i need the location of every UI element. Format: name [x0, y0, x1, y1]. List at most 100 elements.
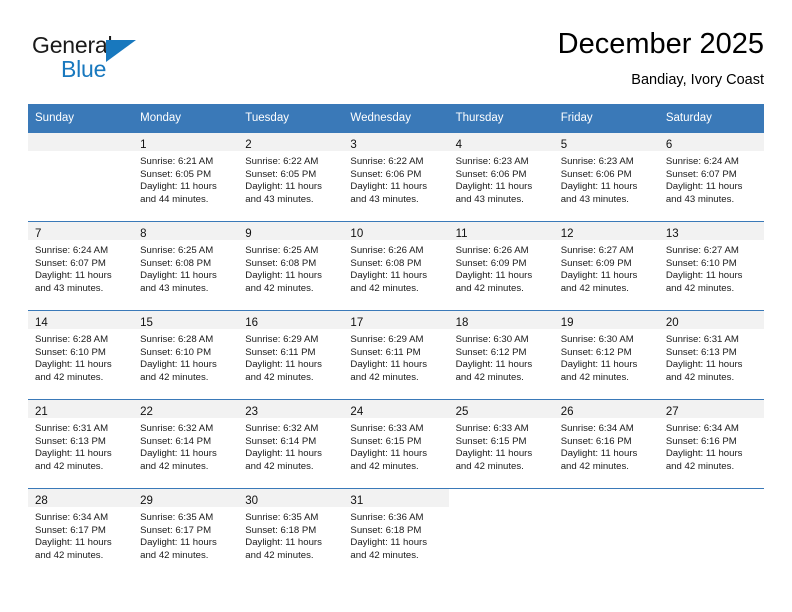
- calendar-day-cell[interactable]: 5 Sunrise: 6:23 AM Sunset: 6:06 PM Daylight…: [553, 132, 659, 222]
- calendar-day-cell[interactable]: 3 Sunrise: 6:22 AM Sunset: 6:06 PM Daylight…: [343, 132, 449, 222]
- calendar-day-cell[interactable]: 18 Sunrise: 6:30 AM Sunset: 6:12 PM Dayligh…: [448, 310, 554, 400]
- day-cell[interactable]: 11 Sunrise: 6:26 AM Sunset: 6:09 PM Dayligh…: [448, 222, 554, 310]
- day-info: Sunrise: 6:21 AM Sunset: 6:05 PM Daylight:…: [133, 151, 238, 206]
- day-cell[interactable]: 15 Sunrise: 6:28 AM Sunset: 6:10 PM Dayligh…: [133, 311, 239, 399]
- day-cell[interactable]: 12 Sunrise: 6:27 AM Sunset: 6:09 PM Dayligh…: [553, 222, 659, 310]
- day-info: Sunrise: 6:26 AM Sunset: 6:09 PM Daylight:…: [449, 240, 554, 295]
- calendar-day-cell[interactable]: 28 Sunrise: 6:34 AM Sunset: 6:17 PM Dayligh…: [28, 488, 134, 577]
- day-cell[interactable]: 4 Sunrise: 6:23 AM Sunset: 6:06 PM Daylight…: [448, 133, 554, 221]
- general-blue-logo[interactable]: General Blue: [32, 32, 182, 88]
- day-cell[interactable]: 7 Sunrise: 6:24 AM Sunset: 6:07 PM Daylight…: [28, 222, 134, 310]
- sunset-text: Sunset: 6:16 PM: [665, 435, 737, 447]
- calendar-day-cell[interactable]: [448, 488, 554, 577]
- calendar-day-cell[interactable]: 27 Sunrise: 6:34 AM Sunset: 6:16 PM Dayligh…: [658, 399, 764, 489]
- day-cell[interactable]: 31 Sunrise: 6:36 AM Sunset: 6:18 PM Dayligh…: [343, 489, 449, 577]
- calendar-day-cell[interactable]: 17 Sunrise: 6:29 AM Sunset: 6:11 PM Dayligh…: [343, 310, 449, 400]
- calendar-day-cell[interactable]: 11 Sunrise: 6:26 AM Sunset: 6:09 PM Dayligh…: [448, 221, 554, 311]
- day-cell[interactable]: 2 Sunrise: 6:22 AM Sunset: 6:05 PM Daylight…: [238, 133, 344, 221]
- calendar-day-cell[interactable]: 12 Sunrise: 6:27 AM Sunset: 6:09 PM Dayligh…: [553, 221, 659, 311]
- day-cell[interactable]: 6 Sunrise: 6:24 AM Sunset: 6:07 PM Daylight…: [658, 133, 764, 221]
- day-cell[interactable]: 8 Sunrise: 6:25 AM Sunset: 6:08 PM Daylight…: [133, 222, 239, 310]
- empty-day-cell: [28, 133, 134, 221]
- calendar-day-cell[interactable]: 2 Sunrise: 6:22 AM Sunset: 6:05 PM Daylight…: [238, 132, 344, 222]
- day-info: Sunrise: 6:22 AM Sunset: 6:05 PM Daylight:…: [238, 151, 343, 206]
- calendar-day-cell[interactable]: 29 Sunrise: 6:35 AM Sunset: 6:17 PM Dayligh…: [133, 488, 239, 577]
- calendar-day-cell[interactable]: 24 Sunrise: 6:33 AM Sunset: 6:15 PM Dayligh…: [343, 399, 449, 489]
- day-number-band: 3: [343, 133, 449, 151]
- daylight-text-line2: and 42 minutes.: [665, 460, 735, 472]
- day-cell[interactable]: 20 Sunrise: 6:31 AM Sunset: 6:13 PM Dayligh…: [658, 311, 764, 399]
- day-cell[interactable]: 24 Sunrise: 6:33 AM Sunset: 6:15 PM Dayligh…: [343, 400, 449, 488]
- day-number-band: 22: [133, 400, 239, 418]
- daylight-text-line2: and 42 minutes.: [350, 549, 419, 561]
- day-cell[interactable]: 5 Sunrise: 6:23 AM Sunset: 6:06 PM Daylight…: [553, 133, 659, 221]
- day-number-band: [28, 133, 134, 151]
- daylight-text-line1: Daylight: 11 hours: [35, 359, 112, 371]
- calendar-day-cell[interactable]: 21 Sunrise: 6:31 AM Sunset: 6:13 PM Dayligh…: [28, 399, 134, 489]
- calendar-day-cell[interactable]: 4 Sunrise: 6:23 AM Sunset: 6:06 PM Daylight…: [448, 132, 554, 222]
- day-cell[interactable]: 27 Sunrise: 6:34 AM Sunset: 6:16 PM Dayligh…: [658, 400, 764, 488]
- daylight-text-line2: and 42 minutes.: [350, 460, 419, 472]
- calendar-day-cell[interactable]: 25 Sunrise: 6:33 AM Sunset: 6:15 PM Dayligh…: [448, 399, 554, 489]
- calendar-day-cell[interactable]: 31 Sunrise: 6:36 AM Sunset: 6:18 PM Dayligh…: [343, 488, 449, 577]
- sunset-text: Sunset: 6:15 PM: [455, 435, 527, 447]
- day-cell[interactable]: 14 Sunrise: 6:28 AM Sunset: 6:10 PM Dayligh…: [28, 311, 134, 399]
- day-cell[interactable]: 9 Sunrise: 6:25 AM Sunset: 6:08 PM Daylight…: [238, 222, 344, 310]
- sunrise-text: Sunrise: 6:33 AM: [350, 423, 424, 434]
- day-number-band: 15: [133, 311, 239, 329]
- day-info: Sunrise: 6:31 AM Sunset: 6:13 PM Daylight:…: [28, 418, 133, 473]
- day-cell[interactable]: 1 Sunrise: 6:21 AM Sunset: 6:05 PM Daylight…: [133, 133, 239, 221]
- calendar-day-cell[interactable]: 14 Sunrise: 6:28 AM Sunset: 6:10 PM Dayligh…: [28, 310, 134, 400]
- day-cell[interactable]: 30 Sunrise: 6:35 AM Sunset: 6:18 PM Dayligh…: [238, 489, 344, 577]
- day-cell[interactable]: 23 Sunrise: 6:32 AM Sunset: 6:14 PM Dayligh…: [238, 400, 344, 488]
- day-cell[interactable]: 28 Sunrise: 6:34 AM Sunset: 6:17 PM Dayligh…: [28, 489, 134, 577]
- day-info: Sunrise: 6:36 AM Sunset: 6:18 PM Daylight:…: [343, 507, 448, 562]
- calendar-day-cell[interactable]: 26 Sunrise: 6:34 AM Sunset: 6:16 PM Dayligh…: [553, 399, 659, 489]
- sunset-text: Sunset: 6:05 PM: [140, 168, 212, 180]
- day-cell[interactable]: 3 Sunrise: 6:22 AM Sunset: 6:06 PM Daylight…: [343, 133, 449, 221]
- daylight-text-line2: and 44 minutes.: [140, 193, 209, 205]
- calendar-day-cell[interactable]: [553, 488, 659, 577]
- day-info: Sunrise: 6:34 AM Sunset: 6:17 PM Daylight:…: [28, 507, 133, 562]
- day-cell[interactable]: 21 Sunrise: 6:31 AM Sunset: 6:13 PM Dayligh…: [28, 400, 134, 488]
- calendar-day-cell[interactable]: 8 Sunrise: 6:25 AM Sunset: 6:08 PM Daylight…: [133, 221, 239, 311]
- calendar-day-cell[interactable]: 19 Sunrise: 6:30 AM Sunset: 6:12 PM Dayligh…: [553, 310, 659, 400]
- calendar-day-cell[interactable]: 6 Sunrise: 6:24 AM Sunset: 6:07 PM Daylight…: [658, 132, 764, 222]
- calendar-day-cell[interactable]: 1 Sunrise: 6:21 AM Sunset: 6:05 PM Daylight…: [133, 132, 239, 222]
- day-number-band: 28: [28, 489, 134, 507]
- day-cell[interactable]: 22 Sunrise: 6:32 AM Sunset: 6:14 PM Dayligh…: [133, 400, 239, 488]
- calendar-day-cell[interactable]: [28, 132, 134, 222]
- calendar-day-cell[interactable]: 13 Sunrise: 6:27 AM Sunset: 6:10 PM Dayligh…: [658, 221, 764, 311]
- calendar-day-cell[interactable]: 30 Sunrise: 6:35 AM Sunset: 6:18 PM Dayligh…: [238, 488, 344, 577]
- calendar-day-cell[interactable]: 16 Sunrise: 6:29 AM Sunset: 6:11 PM Dayligh…: [238, 310, 344, 400]
- day-cell[interactable]: 10 Sunrise: 6:26 AM Sunset: 6:08 PM Dayligh…: [343, 222, 449, 310]
- day-cell[interactable]: 17 Sunrise: 6:29 AM Sunset: 6:11 PM Dayligh…: [343, 311, 449, 399]
- calendar-day-cell[interactable]: 23 Sunrise: 6:32 AM Sunset: 6:14 PM Dayligh…: [238, 399, 344, 489]
- calendar-day-cell[interactable]: 10 Sunrise: 6:26 AM Sunset: 6:08 PM Dayligh…: [343, 221, 449, 311]
- day-cell[interactable]: 25 Sunrise: 6:33 AM Sunset: 6:15 PM Dayligh…: [448, 400, 554, 488]
- calendar-day-cell[interactable]: 22 Sunrise: 6:32 AM Sunset: 6:14 PM Dayligh…: [133, 399, 239, 489]
- calendar-day-cell[interactable]: [658, 488, 764, 577]
- daylight-text-line1: Daylight: 11 hours: [560, 270, 638, 282]
- day-info: Sunrise: 6:23 AM Sunset: 6:06 PM Daylight:…: [449, 151, 554, 206]
- day-number-band: 29: [133, 489, 239, 507]
- sunset-text: Sunset: 6:12 PM: [455, 346, 527, 358]
- sunrise-text: Sunrise: 6:31 AM: [665, 334, 739, 345]
- day-cell[interactable]: 16 Sunrise: 6:29 AM Sunset: 6:11 PM Dayligh…: [238, 311, 344, 399]
- calendar-day-cell[interactable]: 9 Sunrise: 6:25 AM Sunset: 6:08 PM Daylight…: [238, 221, 344, 311]
- calendar-day-cell[interactable]: 15 Sunrise: 6:28 AM Sunset: 6:10 PM Dayligh…: [133, 310, 239, 400]
- day-cell[interactable]: 19 Sunrise: 6:30 AM Sunset: 6:12 PM Dayligh…: [553, 311, 659, 399]
- empty-day-cell: [553, 489, 659, 577]
- sunset-text: Sunset: 6:14 PM: [140, 435, 212, 447]
- calendar-day-cell[interactable]: 7 Sunrise: 6:24 AM Sunset: 6:07 PM Daylight…: [28, 221, 134, 311]
- sunset-text: Sunset: 6:10 PM: [140, 346, 212, 358]
- daylight-text-line1: Daylight: 11 hours: [350, 270, 428, 282]
- day-cell[interactable]: 26 Sunrise: 6:34 AM Sunset: 6:16 PM Dayligh…: [553, 400, 659, 488]
- day-cell[interactable]: 18 Sunrise: 6:30 AM Sunset: 6:12 PM Dayligh…: [448, 311, 554, 399]
- day-number-band: 24: [343, 400, 449, 418]
- sunset-text: Sunset: 6:15 PM: [350, 435, 422, 447]
- calendar-day-cell[interactable]: 20 Sunrise: 6:31 AM Sunset: 6:13 PM Dayligh…: [658, 310, 764, 400]
- day-cell[interactable]: 13 Sunrise: 6:27 AM Sunset: 6:10 PM Dayligh…: [658, 222, 764, 310]
- day-number: 31: [350, 495, 364, 507]
- day-cell[interactable]: 29 Sunrise: 6:35 AM Sunset: 6:17 PM Dayligh…: [133, 489, 239, 577]
